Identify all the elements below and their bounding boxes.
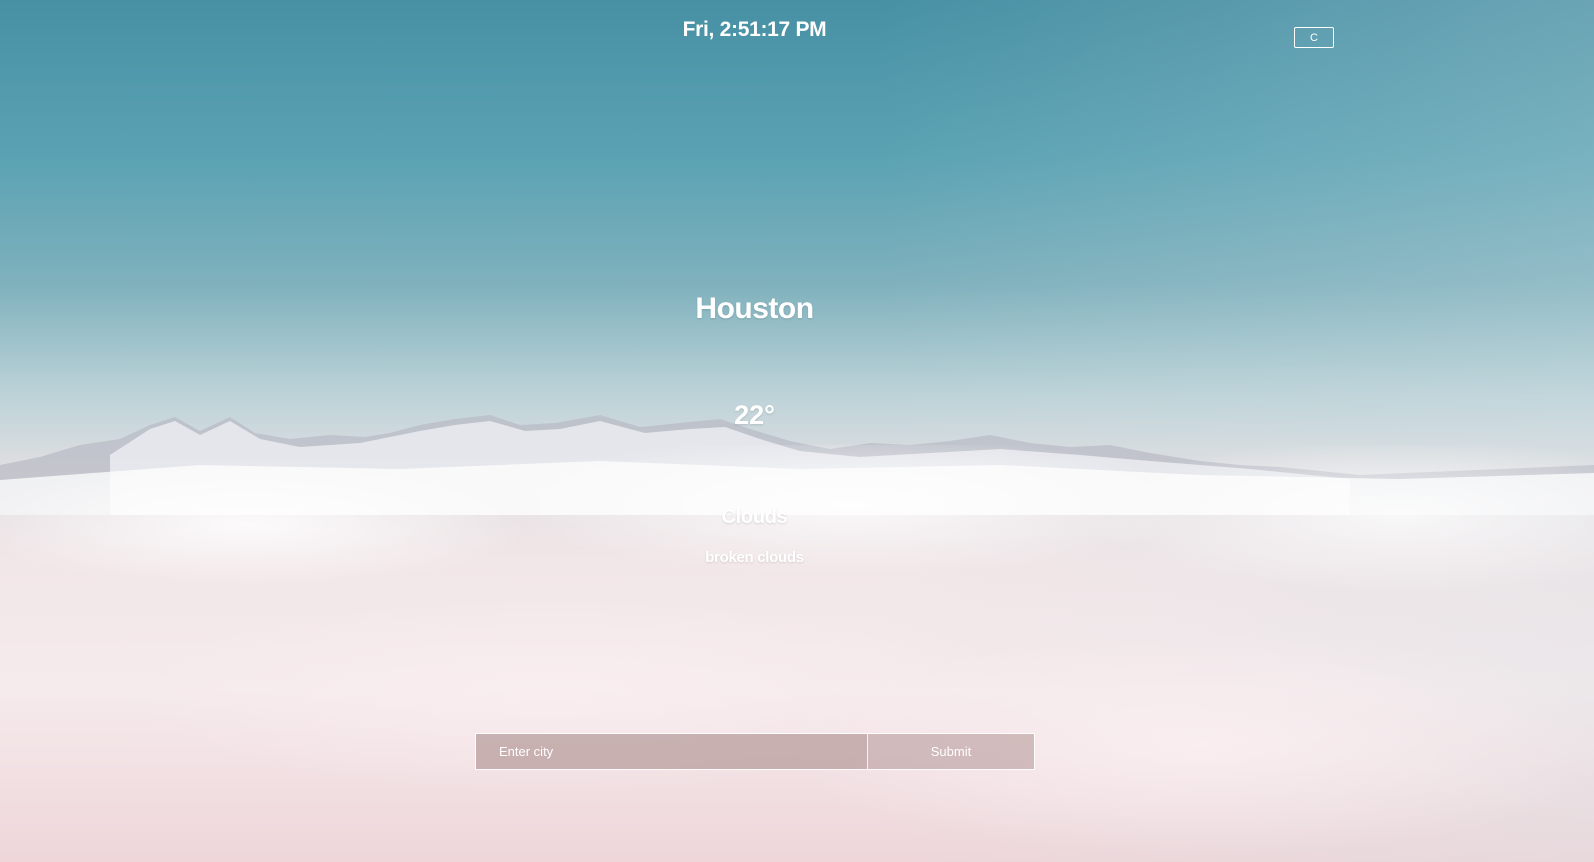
city-input[interactable] (476, 734, 868, 769)
temperature-value: 22° (734, 400, 775, 430)
weather-app: Fri, 2:51:17 PM C Houston 22° Clouds bro… (0, 0, 1594, 862)
submit-button[interactable]: Submit (868, 734, 1034, 769)
city-name: Houston (695, 292, 814, 325)
weather-condition: Clouds (721, 506, 788, 528)
city-search-form: Submit (475, 733, 1035, 770)
date-time-clock: Fri, 2:51:17 PM (682, 18, 827, 41)
unit-toggle-button[interactable]: C (1294, 27, 1334, 48)
weather-description: broken clouds (705, 549, 804, 566)
